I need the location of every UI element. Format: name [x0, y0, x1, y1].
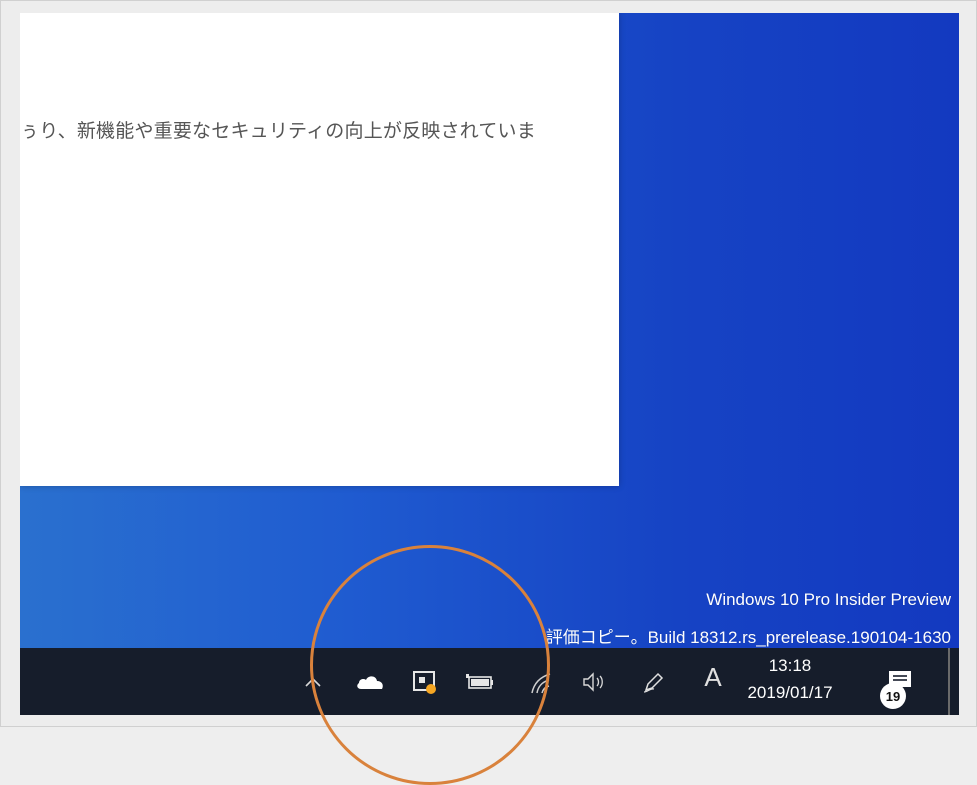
- watermark-build: 評価コピー。Build 18312.rs_prerelease.190104-1…: [545, 628, 951, 647]
- window-body-text: ぅり、新機能や重要なセキュリティの向上が反映されていま: [20, 120, 536, 142]
- annotation-circle: [310, 545, 550, 785]
- clock-date: 2019/01/17: [747, 683, 833, 702]
- windows-ink-button[interactable]: [636, 648, 672, 715]
- watermark-edition: Windows 10 Pro Insider Preview: [706, 590, 951, 609]
- pen-icon: [643, 672, 664, 693]
- clock-time: 13:18: [768, 656, 812, 675]
- screen-edge-divider: [948, 648, 950, 715]
- notification-count-badge: 19: [880, 683, 906, 709]
- volume-icon: [583, 671, 603, 692]
- app-window: ぅり、新機能や重要なセキュリティの向上が反映されていま: [20, 13, 619, 486]
- volume-button[interactable]: [576, 648, 612, 715]
- ime-mode-button[interactable]: A: [702, 662, 724, 693]
- clock-button[interactable]: 13:18 2019/01/17: [738, 654, 842, 708]
